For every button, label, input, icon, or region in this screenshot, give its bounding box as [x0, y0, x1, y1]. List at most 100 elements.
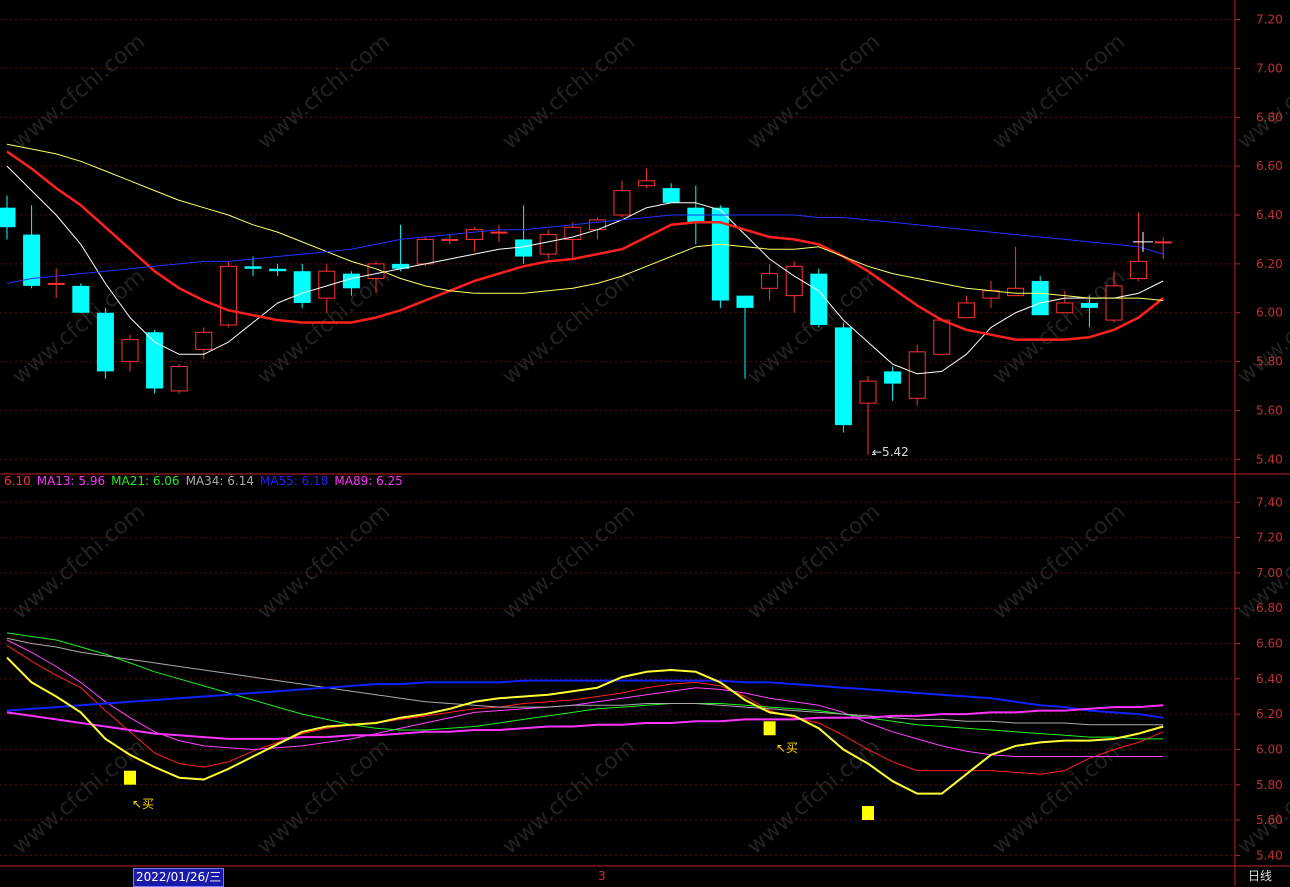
candle: [490, 224, 508, 242]
watermark-text: www.cfchi.com: [498, 734, 640, 859]
candle: [269, 263, 287, 277]
indicator-axis-tick-label: 5.60: [1256, 813, 1283, 827]
signal-marker: [862, 806, 874, 821]
crosshair-date: 2022/01/26/三: [133, 868, 225, 887]
price-axis-tick-label: 5.80: [1256, 355, 1283, 369]
legend-ma21: MA21: 6.06: [111, 474, 180, 488]
candle-body: [96, 312, 114, 372]
candle-body: [342, 273, 360, 289]
price-axis-tick-label: 5.60: [1256, 403, 1283, 417]
watermark-text: www.cfchi.com: [988, 29, 1130, 154]
watermark-text: www.cfchi.com: [8, 29, 150, 154]
candle-body: [490, 231, 508, 234]
price-axis-tick-label: 6.80: [1256, 110, 1283, 124]
watermark-text: www.cfchi.com: [498, 499, 640, 624]
candle-body: [121, 339, 139, 363]
candle: [170, 364, 188, 394]
candle-body: [170, 365, 188, 392]
watermark-text: www.cfchi.com: [988, 499, 1130, 624]
candle: [1031, 276, 1049, 316]
candle-body: [1130, 260, 1148, 280]
candle: [711, 205, 729, 308]
watermark-text: www.cfchi.com: [988, 264, 1130, 389]
candle-body: [1154, 241, 1172, 244]
candle-body: [72, 285, 90, 313]
period-daily-tab[interactable]: 日线: [1248, 868, 1272, 885]
price-axis-tick-label: 7.00: [1256, 61, 1283, 75]
candle-body: [1007, 287, 1025, 297]
candle: [662, 183, 680, 203]
candle-body: [613, 190, 631, 216]
candle: [465, 227, 483, 252]
candle-body: [146, 332, 164, 389]
signal-marker: [763, 721, 776, 736]
price-axis-tick-label: 7.20: [1256, 13, 1283, 27]
price-axis-tick-label: 6.60: [1256, 159, 1283, 173]
indicator-axis-tick-label: 5.80: [1256, 778, 1283, 792]
candle-body: [293, 271, 311, 303]
candle-body: [0, 207, 16, 228]
candle: [23, 205, 41, 289]
candle-body: [515, 239, 533, 257]
chart-canvas[interactable]: www.cfchi.com www.cfchi.com www.cfchi.com w…: [0, 0, 1290, 886]
candle-body: [219, 265, 237, 326]
legend-ma55: MA55: 6.18: [259, 474, 329, 488]
buy-signal-label: ↖买: [132, 797, 155, 811]
watermark-text: www.cfchi.com: [1233, 29, 1290, 154]
price-axis-tick-label: 6.40: [1256, 208, 1283, 222]
candle: [638, 168, 656, 189]
candle-body: [957, 302, 975, 319]
candle-body: [810, 273, 828, 325]
watermark-text: www.cfchi.com: [253, 29, 395, 154]
candle-body: [195, 331, 213, 350]
watermark-text: www.cfchi.com: [498, 29, 640, 154]
candle-body: [908, 351, 926, 399]
candle: [1007, 246, 1025, 297]
candle: [72, 283, 90, 313]
signal-marker: [124, 770, 136, 785]
indicator-axis-tick-label: 6.20: [1256, 707, 1283, 721]
price-axis-tick-label: 5.40: [1256, 452, 1283, 466]
indicator-axis-tick-label: 6.40: [1256, 672, 1283, 686]
candle-body: [47, 282, 65, 285]
candle: [564, 222, 582, 259]
candle-body: [1105, 285, 1123, 321]
candle-body: [662, 188, 680, 203]
legend-ma34: MA34: 6.14: [185, 474, 254, 488]
candle: [121, 334, 139, 372]
candle: [1154, 237, 1172, 259]
candle-body: [884, 371, 902, 384]
candle: [47, 268, 65, 299]
ma-legend: 6.10 MA13: 5.96 MA21: 6.06 MA34: 6.14 MA55: …: [4, 474, 409, 488]
candle-body: [269, 268, 287, 272]
indicator-axis-tick-label: 5.40: [1256, 848, 1283, 862]
candle-body: [244, 266, 262, 269]
indicator-axis-tick-label: 6.60: [1256, 637, 1283, 651]
candle: [908, 344, 926, 406]
candle-body: [441, 238, 459, 241]
price-axis-tick-label: 6.20: [1256, 257, 1283, 271]
candle: [392, 224, 410, 272]
candle-body: [638, 180, 656, 187]
watermark-text: www.cfchi.com: [253, 734, 395, 859]
watermark-text: www.cfchi.com: [743, 29, 885, 154]
legend-ma-value: 6.10: [4, 474, 31, 488]
candle-body: [1056, 302, 1074, 314]
candle-body: [982, 290, 1000, 299]
indicator-axis-tick-label: 6.80: [1256, 601, 1283, 615]
watermark-text: www.cfchi.com: [8, 499, 150, 624]
indicator-axis-tick-label: 7.40: [1256, 495, 1283, 509]
candle: [146, 329, 164, 394]
watermark-layer: www.cfchi.com www.cfchi.com www.cfchi.com w…: [8, 29, 1290, 859]
watermark-text: www.cfchi.com: [743, 499, 885, 624]
price-axis-tick-label: 6.00: [1256, 306, 1283, 320]
watermark-text: www.cfchi.com: [988, 734, 1130, 859]
candle-body: [416, 238, 434, 265]
candle: [785, 261, 803, 313]
candle-body: [539, 234, 557, 255]
candle: [884, 366, 902, 401]
candle: [588, 217, 606, 240]
candle: [416, 237, 434, 267]
ma-line-ma_white: [6, 165, 1164, 375]
candle: [982, 280, 1000, 308]
